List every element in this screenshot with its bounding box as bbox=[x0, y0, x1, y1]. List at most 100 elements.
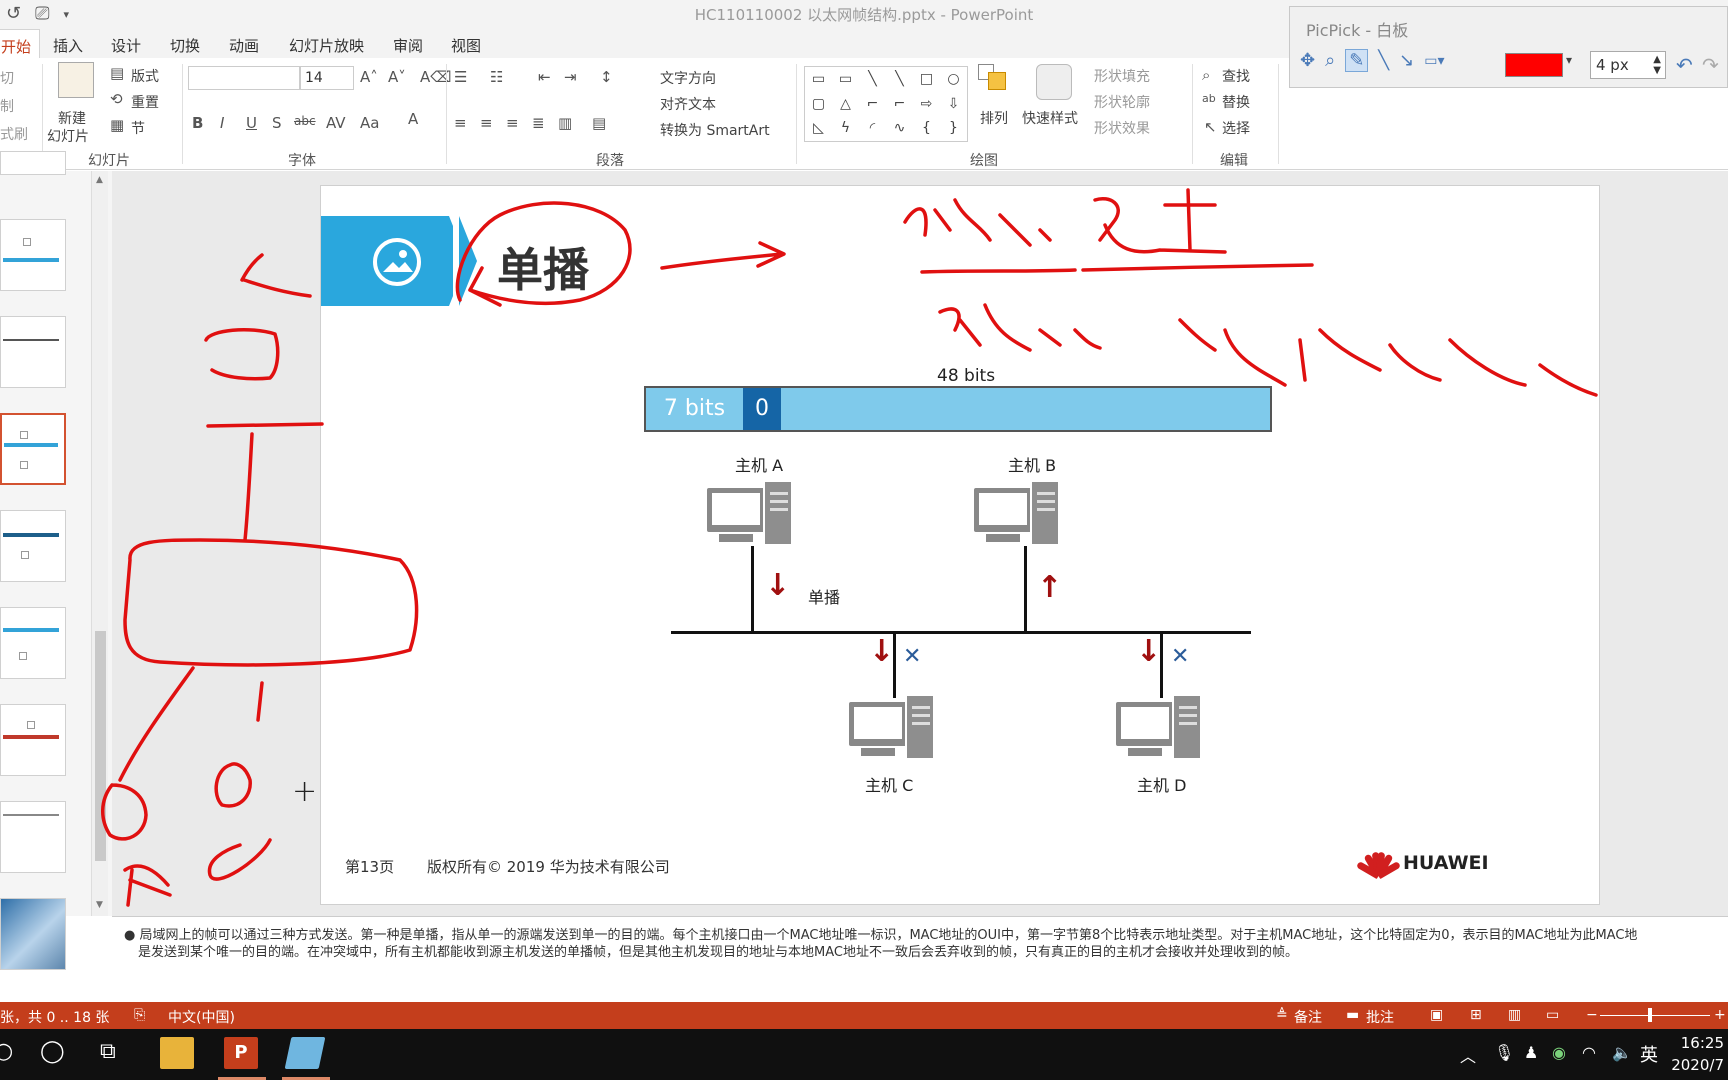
underline-icon[interactable]: U bbox=[246, 114, 257, 132]
slide-canvas[interactable]: 单播 48 bits 7 bits 0 主机 A 主机 B 主机 C 主机 D … bbox=[320, 185, 1600, 905]
tab-transitions[interactable]: 切换 bbox=[162, 33, 208, 58]
language-indicator[interactable]: 中文(中国) bbox=[168, 1007, 235, 1027]
justify-icon[interactable]: ≣ bbox=[532, 114, 545, 132]
align-left-icon[interactable]: ≡ bbox=[454, 114, 467, 132]
cortana-icon[interactable]: ◯ bbox=[40, 1039, 65, 1064]
tab-insert[interactable]: 插入 bbox=[45, 33, 91, 58]
layout-button[interactable]: 版式 bbox=[131, 66, 159, 86]
elbow-shape-icon[interactable]: ⌐ bbox=[859, 92, 886, 117]
vtextbox-shape-icon[interactable]: ▭ bbox=[832, 67, 859, 92]
slide-thumbnail[interactable] bbox=[0, 219, 66, 291]
slide-sorter-icon[interactable]: ⊞ bbox=[1470, 1007, 1482, 1023]
line-tool-icon[interactable]: ╲ bbox=[1378, 50, 1389, 71]
undo-icon[interactable]: ↶ bbox=[1676, 53, 1693, 77]
quick-styles-button[interactable]: 快速样式 bbox=[1022, 108, 1078, 128]
replace-button[interactable]: 替换 bbox=[1222, 92, 1250, 112]
normal-view-icon[interactable]: ▣ bbox=[1430, 1007, 1443, 1023]
font-size-input[interactable]: 14 bbox=[300, 66, 354, 90]
microphone-icon[interactable]: 🎙 bbox=[1494, 1043, 1514, 1062]
section-button[interactable]: 节 bbox=[131, 118, 145, 138]
thumbnails-scrollbar[interactable]: ▲ ▼ bbox=[91, 171, 108, 916]
arrow-line-shape-icon[interactable]: ╲ bbox=[886, 67, 913, 92]
spellcheck-icon[interactable]: ⎘ bbox=[134, 1007, 145, 1023]
bold-icon[interactable]: B bbox=[192, 114, 203, 132]
tab-design[interactable]: 设计 bbox=[103, 33, 149, 58]
arc-shape-icon[interactable]: ◜ bbox=[859, 116, 886, 141]
shape-outline-button[interactable]: 形状轮廓 bbox=[1094, 92, 1150, 112]
line-spacing-icon[interactable]: ↕ bbox=[600, 68, 613, 86]
pen-color-swatch[interactable] bbox=[1505, 53, 1563, 77]
reading-view-icon[interactable]: ▥ bbox=[1508, 1007, 1521, 1023]
quick-styles-icon[interactable] bbox=[1036, 64, 1072, 100]
ime-indicator[interactable]: 英 bbox=[1640, 1041, 1658, 1067]
new-slide-icon[interactable] bbox=[58, 62, 94, 98]
notes-text[interactable]: ● 局域网上的帧可以通过三种方式发送。第一种是单播，指从单一的源端发送到单一的目… bbox=[124, 927, 1724, 961]
shrink-font-icon[interactable]: A˅ bbox=[388, 68, 406, 86]
align-center-icon[interactable]: ≡ bbox=[480, 114, 493, 132]
text-direction-button[interactable]: 文字方向 bbox=[660, 68, 716, 88]
curve-shape-icon[interactable]: ∿ bbox=[886, 116, 913, 141]
font-color-icon[interactable]: A bbox=[408, 110, 418, 128]
shape-effects-button[interactable]: 形状效果 bbox=[1094, 118, 1150, 138]
new-slide-button[interactable]: 新建 bbox=[58, 108, 86, 128]
char-spacing-icon[interactable]: AV bbox=[326, 114, 346, 132]
shapes-gallery[interactable]: ▭ ▭ ╲ ╲ □ ○ ▢ △ ⌐ ⌐ ⇨ ⇩ ◺ ϟ ◜ ∿{} bbox=[804, 66, 968, 142]
slide-thumbnail[interactable] bbox=[0, 898, 66, 970]
pen-size-input[interactable]: 4 px ▲ ▼ bbox=[1590, 51, 1666, 79]
shadow-icon[interactable]: S bbox=[272, 114, 282, 132]
shape-fill-button[interactable]: 形状填充 bbox=[1094, 66, 1150, 86]
slide-thumbnail[interactable] bbox=[0, 704, 66, 776]
arrange-icon[interactable] bbox=[978, 64, 1010, 98]
new-slide-button-label[interactable]: 幻灯片 bbox=[47, 126, 89, 146]
color-dropdown-icon[interactable]: ▾ bbox=[1566, 53, 1572, 67]
slide-thumbnail[interactable] bbox=[0, 151, 66, 175]
slide-thumbnail[interactable] bbox=[0, 316, 66, 388]
slide-thumbnail[interactable] bbox=[0, 607, 66, 679]
align-text-button[interactable]: 对齐文本 bbox=[660, 94, 716, 114]
brace-left-shape-icon[interactable]: { bbox=[913, 116, 940, 141]
columns-icon[interactable]: ▤ bbox=[592, 114, 606, 132]
slide-thumbnail[interactable] bbox=[0, 510, 66, 582]
arrange-button[interactable]: 排列 bbox=[980, 108, 1008, 128]
format-painter-button[interactable]: 式刷 bbox=[0, 124, 28, 144]
rounded-rect-shape-icon[interactable]: ▢ bbox=[805, 92, 832, 117]
volume-icon[interactable]: 🔈 bbox=[1612, 1043, 1632, 1062]
scroll-down-icon[interactable]: ▼ bbox=[96, 900, 103, 910]
textbox-shape-icon[interactable]: ▭ bbox=[805, 67, 832, 92]
select-button[interactable]: 选择 bbox=[1222, 118, 1250, 138]
zoom-slider[interactable] bbox=[1600, 1015, 1710, 1016]
decrease-indent-icon[interactable]: ⇤ bbox=[538, 68, 551, 86]
system-clock[interactable]: 16:25 2020/7 bbox=[1671, 1032, 1724, 1076]
grow-font-icon[interactable]: A˄ bbox=[360, 68, 378, 86]
wechat-icon[interactable]: ◉ bbox=[1552, 1043, 1566, 1062]
scrollbar-thumb[interactable] bbox=[95, 631, 106, 861]
lightning-shape-icon[interactable]: ϟ bbox=[832, 116, 859, 141]
notes-toggle-button[interactable]: 备注 bbox=[1294, 1007, 1322, 1027]
copy-button[interactable]: 制 bbox=[0, 96, 14, 116]
notes-pane[interactable]: ● 局域网上的帧可以通过三种方式发送。第一种是单播，指从单一的源端发送到单一的目… bbox=[112, 916, 1728, 1002]
italic-icon[interactable]: I bbox=[220, 114, 224, 132]
right-arrow-shape-icon[interactable]: ⇨ bbox=[913, 92, 940, 117]
move-tool-icon[interactable]: ✥ bbox=[1300, 50, 1315, 71]
spinner-icon[interactable]: ▲ ▼ bbox=[1653, 54, 1661, 76]
rect-tool-icon[interactable]: ▭▾ bbox=[1424, 53, 1444, 69]
zoom-tool-icon[interactable]: ⌕ bbox=[1325, 50, 1335, 71]
arrow-tool-icon[interactable]: ↘ bbox=[1399, 50, 1414, 71]
tab-home[interactable]: 开始 bbox=[0, 29, 41, 59]
brace-right-shape-icon[interactable]: } bbox=[940, 116, 967, 141]
scroll-up-icon[interactable]: ▲ bbox=[96, 175, 103, 185]
rectangle-shape-icon[interactable]: □ bbox=[913, 67, 940, 92]
oval-shape-icon[interactable]: ○ bbox=[940, 67, 967, 92]
font-name-input[interactable] bbox=[188, 66, 300, 90]
zoom-in-icon[interactable]: + bbox=[1714, 1007, 1726, 1023]
wifi-icon[interactable]: ◠ bbox=[1582, 1043, 1596, 1062]
file-explorer-icon[interactable] bbox=[160, 1037, 194, 1069]
tab-animations[interactable]: 动画 bbox=[221, 33, 267, 58]
zoom-slider-thumb[interactable] bbox=[1648, 1008, 1652, 1022]
search-icon[interactable]: ○ bbox=[0, 1039, 13, 1064]
slide-thumbnail[interactable] bbox=[0, 801, 66, 873]
reset-button[interactable]: 重置 bbox=[131, 92, 159, 112]
slide-thumbnail-selected[interactable] bbox=[0, 413, 66, 485]
triangle-shape-icon[interactable]: △ bbox=[832, 92, 859, 117]
task-view-icon[interactable]: ⧉ bbox=[100, 1039, 116, 1064]
